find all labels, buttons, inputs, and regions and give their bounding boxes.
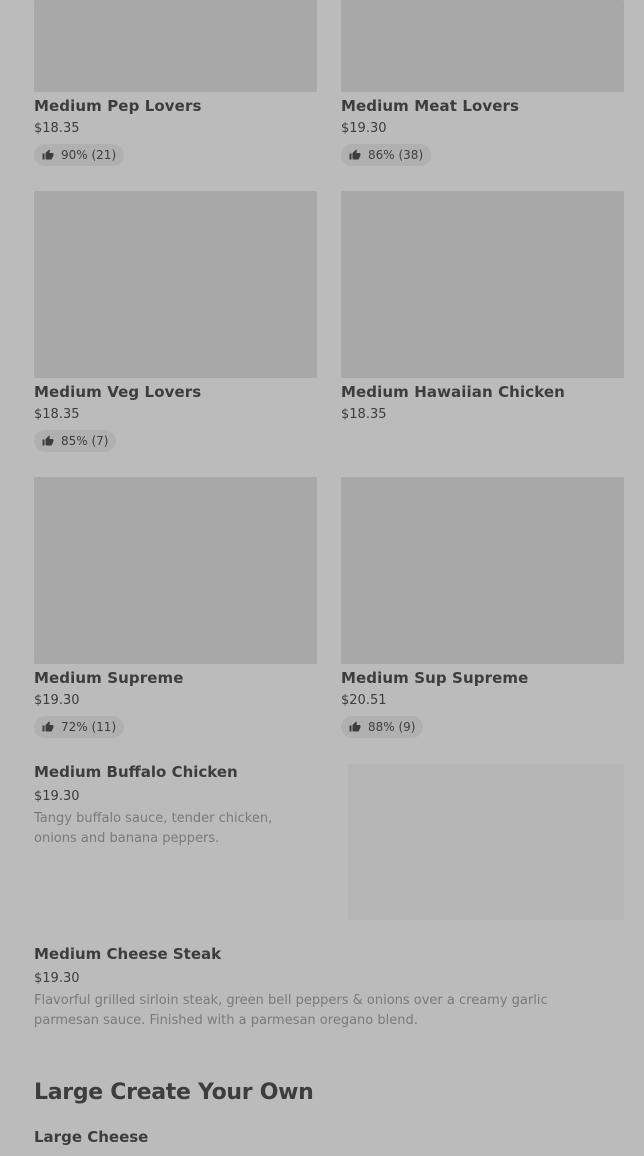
item-name: Medium Veg Lovers bbox=[34, 383, 202, 401]
rating-text: 86% (38) bbox=[368, 148, 424, 162]
rating-badge: 72% (11) bbox=[34, 716, 125, 738]
item-description: Flavorful grilled sirloin steak, green b… bbox=[34, 993, 548, 1028]
rating-badge: 90% (21) bbox=[34, 144, 125, 166]
item-price: $18.35 bbox=[341, 407, 387, 422]
item-image bbox=[348, 764, 624, 920]
item-name: Medium Meat Lovers bbox=[341, 97, 520, 115]
item-price: $18.35 bbox=[34, 407, 80, 422]
rating-badge: 86% (38) bbox=[341, 144, 432, 166]
thumbs-up-icon bbox=[349, 149, 361, 160]
item-price: $19.30 bbox=[34, 789, 80, 804]
thumbs-up-icon bbox=[42, 149, 54, 160]
thumbs-up-icon bbox=[349, 721, 361, 732]
item-name: Medium Pep Lovers bbox=[34, 97, 202, 115]
item-name: Medium Sup Supreme bbox=[341, 669, 529, 687]
item-name: Medium Supreme bbox=[34, 669, 184, 687]
item-price: $18.35 bbox=[34, 121, 80, 136]
menu-list-item[interactable]: Medium Buffalo Chicken $19.30 Tangy buff… bbox=[34, 763, 319, 849]
menu-page: Medium Pep Lovers $18.35 90% (21) Medium… bbox=[0, 0, 644, 1156]
section-title: Large Create Your Own bbox=[34, 1080, 314, 1105]
rating-badge: 88% (9) bbox=[341, 716, 424, 738]
rating-badge: 85% (7) bbox=[34, 430, 117, 452]
rating-text: 85% (7) bbox=[61, 434, 109, 448]
item-price: $19.30 bbox=[34, 693, 80, 708]
item-name: Medium Buffalo Chicken bbox=[34, 763, 238, 781]
item-name: Medium Hawaiian Chicken bbox=[341, 383, 565, 401]
rating-text: 88% (9) bbox=[368, 720, 416, 734]
item-price: $20.51 bbox=[341, 693, 387, 708]
item-image bbox=[341, 0, 624, 92]
item-description: Tangy buffalo sauce, tender chicken, oni… bbox=[34, 811, 273, 846]
thumbs-up-icon bbox=[42, 435, 54, 446]
item-price: $19.30 bbox=[341, 121, 387, 136]
item-price: $19.30 bbox=[34, 971, 80, 986]
item-image bbox=[341, 477, 624, 664]
rating-text: 90% (21) bbox=[61, 148, 117, 162]
item-image bbox=[341, 191, 624, 378]
item-image bbox=[34, 0, 317, 92]
item-name[interactable]: Large Cheese bbox=[34, 1128, 148, 1146]
menu-list-item[interactable]: Medium Cheese Steak $19.30 Flavorful gri… bbox=[34, 945, 614, 1031]
item-name: Medium Cheese Steak bbox=[34, 945, 222, 963]
rating-text: 72% (11) bbox=[61, 720, 117, 734]
item-image bbox=[34, 477, 317, 664]
thumbs-up-icon bbox=[42, 721, 54, 732]
item-image bbox=[34, 191, 317, 378]
